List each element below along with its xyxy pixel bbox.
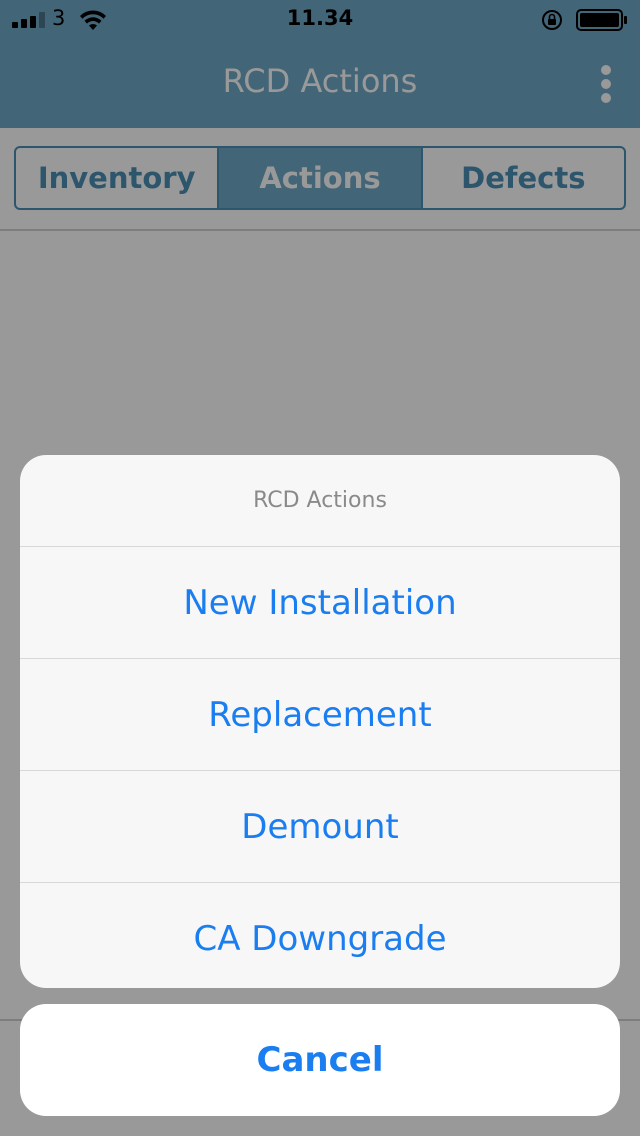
app-screen: 3 11.34 RCD Actions Inventory Actions De… — [0, 0, 640, 1136]
replacement-option[interactable]: Replacement — [20, 659, 620, 771]
action-sheet-title: RCD Actions — [20, 455, 620, 547]
cancel-button[interactable]: Cancel — [20, 1004, 620, 1116]
new-installation-option[interactable]: New Installation — [20, 547, 620, 659]
demount-option[interactable]: Demount — [20, 771, 620, 883]
ca-downgrade-option[interactable]: CA Downgrade — [20, 883, 620, 988]
action-sheet: RCD Actions New Installation Replacement… — [20, 455, 620, 988]
